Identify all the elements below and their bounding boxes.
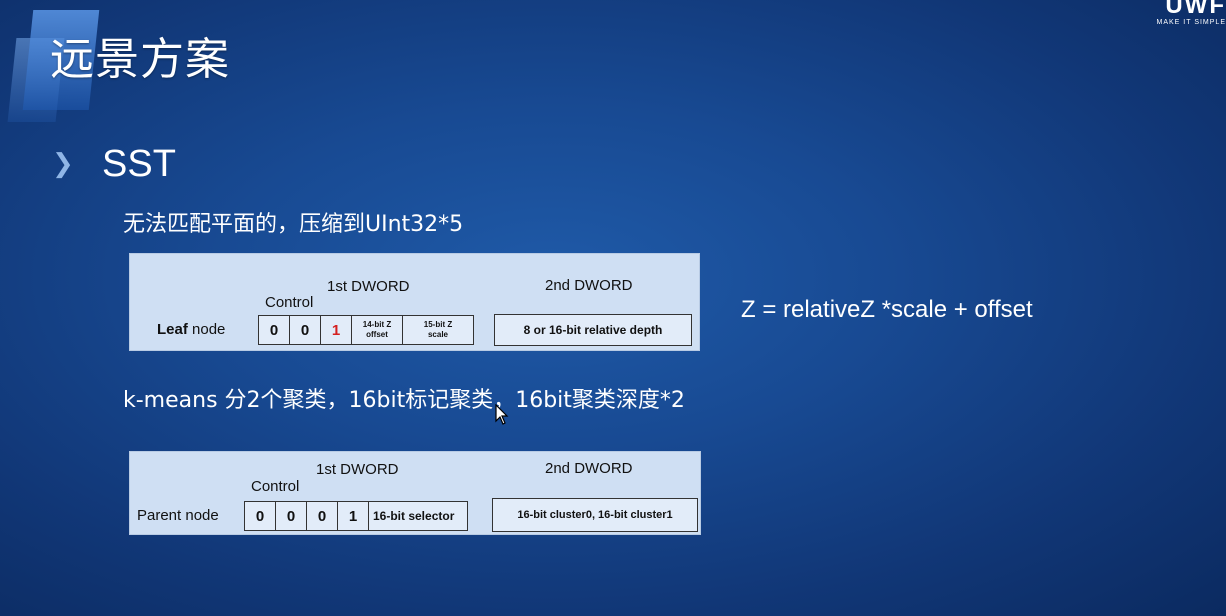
control-label: Control: [251, 478, 300, 495]
description-line-2: k-means 分2个聚类，16bit标记聚类，16bit聚类深度*2: [123, 388, 685, 413]
second-dword-label: 2nd DWORD: [545, 460, 633, 477]
control-bit: 0: [276, 502, 307, 530]
first-dword-cells: 0 0 0 1 16-bit selector: [244, 501, 468, 531]
scale-field: 15-bit Z scale: [403, 316, 473, 344]
control-bit-highlight: 1: [321, 316, 352, 344]
scale-field-line2: scale: [427, 330, 449, 339]
mouse-cursor-icon: [495, 404, 509, 425]
offset-field-line1: 14-bit Z: [362, 320, 392, 329]
row-label: Leaf node: [157, 321, 225, 339]
brand-tagline: MAKE IT SIMPLE: [1156, 19, 1226, 26]
offset-field: 14-bit Z offset: [352, 316, 403, 344]
description-line-1: 无法匹配平面的，压缩到UInt32*5: [123, 212, 464, 237]
leaf-node-diagram: 1st DWORD 2nd DWORD Control Leaf node 0 …: [129, 253, 700, 351]
section-heading: SST: [102, 143, 176, 185]
row-label-rest: node: [187, 321, 226, 338]
brand-logo-text: UWF: [1165, 0, 1226, 19]
control-bit: 0: [245, 502, 276, 530]
first-dword-label: 1st DWORD: [316, 461, 399, 478]
control-bit: 0: [290, 316, 321, 344]
brand-logo: UWF MAKE IT SIMPLE: [1146, 0, 1226, 28]
first-dword-cells: 0 0 1 14-bit Z offset 15-bit Z scale: [258, 315, 474, 345]
second-dword-label: 2nd DWORD: [545, 277, 633, 294]
control-bit: 0: [259, 316, 290, 344]
page-title: 远景方案: [50, 34, 230, 85]
first-dword-label: 1st DWORD: [327, 278, 410, 295]
relative-depth-field: 8 or 16-bit relative depth: [494, 314, 692, 346]
selector-field: 16-bit selector: [373, 509, 455, 523]
scale-field-line1: 15-bit Z: [423, 320, 453, 329]
parent-node-diagram: 1st DWORD 2nd DWORD Control Parent node …: [129, 451, 701, 535]
control-label: Control: [265, 294, 314, 311]
control-bit: 0: [307, 502, 338, 530]
row-label: Parent node: [137, 507, 219, 524]
row-label-bold: Leaf: [157, 321, 188, 338]
depth-formula: Z = relativeZ *scale + offset: [741, 296, 1033, 323]
cluster-field: 16-bit cluster0, 16-bit cluster1: [492, 498, 698, 532]
offset-field-line2: offset: [366, 330, 388, 339]
chevron-right-icon: ❯: [52, 148, 74, 178]
control-bit: 1: [338, 502, 369, 530]
